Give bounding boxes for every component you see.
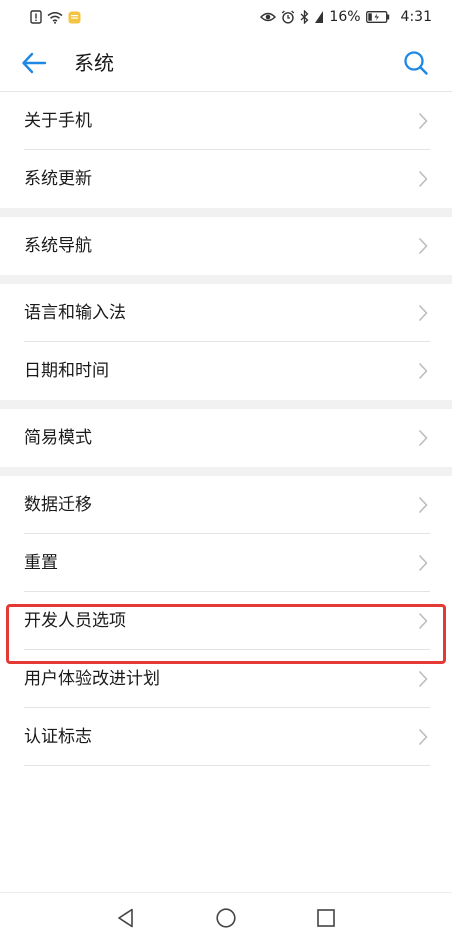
group-separator [0, 467, 452, 476]
chevron-right-icon [418, 304, 428, 322]
search-icon [404, 51, 428, 75]
list-item-label: 日期和时间 [24, 361, 109, 381]
list-item-about-phone[interactable]: 关于手机 [0, 92, 452, 150]
battery-icon [365, 11, 390, 23]
list-item-user-experience-program[interactable]: 用户体验改进计划 [0, 650, 452, 708]
status-right: 16% 4:31 [260, 9, 432, 25]
nav-back-button[interactable] [114, 906, 138, 930]
search-button[interactable] [400, 47, 432, 79]
list-item-label: 认证标志 [24, 727, 92, 747]
list-item-simple-mode[interactable]: 简易模式 [0, 409, 452, 467]
chevron-right-icon [418, 728, 428, 746]
settings-list: 关于手机 系统更新 系统导航 语言和输入法 日期和时间 简易模式 数据迁移 重置 [0, 92, 452, 892]
page-title: 系统 [74, 51, 114, 75]
chevron-right-icon [418, 612, 428, 630]
chevron-right-icon [418, 429, 428, 447]
list-item-reset[interactable]: 重置 [0, 534, 452, 592]
battery-percent: 16% [329, 9, 361, 25]
chevron-right-icon [418, 112, 428, 130]
wifi-icon [47, 11, 63, 24]
list-item-label: 重置 [24, 553, 58, 573]
navigation-bar [0, 892, 452, 943]
alarm-icon [281, 10, 295, 24]
list-item-label: 关于手机 [24, 111, 92, 131]
list-item-label: 语言和输入法 [24, 303, 126, 323]
status-left [30, 10, 81, 24]
list-item-label: 用户体验改进计划 [24, 669, 160, 689]
eye-comfort-icon [260, 11, 277, 23]
group-separator [0, 208, 452, 217]
back-button[interactable] [18, 47, 50, 79]
chevron-right-icon [418, 670, 428, 688]
chevron-right-icon [418, 554, 428, 572]
list-item-language-input[interactable]: 语言和输入法 [0, 284, 452, 342]
arrow-left-icon [22, 52, 47, 74]
list-item-label: 系统更新 [24, 169, 92, 189]
nav-recent-icon [317, 909, 335, 927]
bluetooth-icon [300, 10, 309, 24]
divider [24, 765, 430, 766]
list-item-system-update[interactable]: 系统更新 [0, 150, 452, 208]
nav-recent-button[interactable] [314, 906, 338, 930]
list-item-developer-options[interactable]: 开发人员选项 [0, 592, 452, 650]
signal-icon [314, 10, 324, 24]
nav-home-button[interactable] [214, 906, 238, 930]
list-item-data-migration[interactable]: 数据迁移 [0, 476, 452, 534]
group-separator [0, 400, 452, 409]
list-item-label: 数据迁移 [24, 495, 92, 515]
app-bar: 系统 [0, 34, 452, 92]
nav-back-icon [118, 908, 133, 928]
chevron-right-icon [418, 237, 428, 255]
status-bar: 16% 4:31 [0, 0, 452, 34]
chevron-right-icon [418, 170, 428, 188]
nav-home-icon [216, 908, 236, 928]
list-item-date-time[interactable]: 日期和时间 [0, 342, 452, 400]
group-separator [0, 275, 452, 284]
list-item-system-navigation[interactable]: 系统导航 [0, 217, 452, 275]
chevron-right-icon [418, 362, 428, 380]
chevron-right-icon [418, 496, 428, 514]
notification-app-icon [68, 11, 81, 24]
list-item-label: 开发人员选项 [24, 611, 126, 631]
list-item-label: 系统导航 [24, 236, 92, 256]
list-item-label: 简易模式 [24, 428, 92, 448]
list-item-certification-logos[interactable]: 认证标志 [0, 708, 452, 766]
clock: 4:31 [400, 9, 432, 25]
alert-sim-icon [30, 10, 42, 24]
